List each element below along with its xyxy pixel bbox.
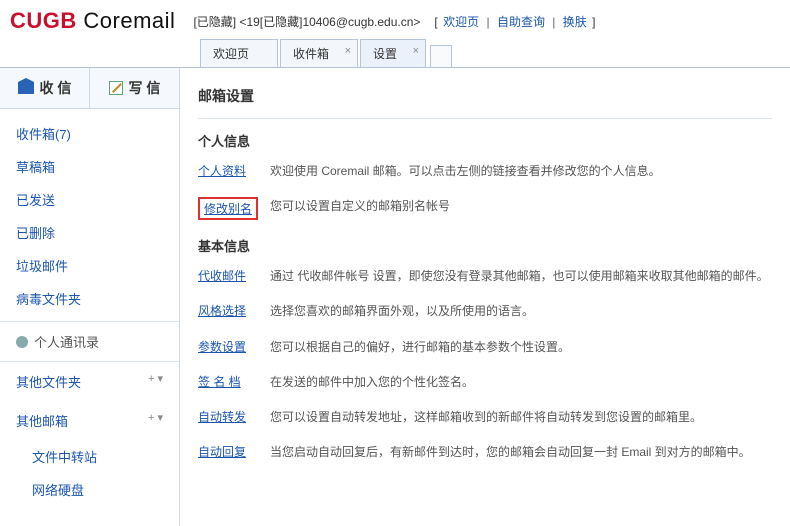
link-profile[interactable]: 个人资料: [198, 164, 246, 178]
receive-button[interactable]: 收 信: [0, 68, 90, 108]
chevron-icon: + ▾: [148, 411, 163, 430]
folder-spam[interactable]: 垃圾邮件: [0, 249, 179, 282]
row-forward: 自动转发 您可以设置自动转发地址，这样邮箱收到的新邮件将自动转发到您设置的邮箱里…: [198, 408, 772, 427]
group-other-mail[interactable]: 其他邮箱 + ▾: [0, 401, 179, 440]
link-autoreply[interactable]: 自动回复: [198, 445, 246, 459]
sidebar: 收 信 写 信 收件箱(7) 草稿箱 已发送 已删除 垃圾邮件 病毒文件夹 个人…: [0, 68, 180, 526]
desc-profile: 欢迎使用 Coremail 邮箱。可以点击左侧的链接查看并修改您的个人信息。: [270, 162, 661, 181]
group-other-folders[interactable]: 其他文件夹 + ▾: [0, 362, 179, 401]
link-self-query[interactable]: 自助查询: [497, 15, 545, 29]
folder-inbox[interactable]: 收件箱(7): [0, 117, 179, 150]
contacts-label: 个人通讯录: [34, 332, 99, 351]
header-links: [ 欢迎页 | 自助查询 | 换肤 ]: [434, 13, 595, 30]
tab-label: 收件箱: [293, 47, 329, 61]
compose-button[interactable]: 写 信: [90, 68, 179, 108]
row-signature: 签 名 档 在发送的邮件中加入您的个性化签名。: [198, 373, 772, 392]
inbox-icon: [18, 82, 34, 94]
desc-style: 选择您喜欢的邮箱界面外观，以及所使用的语言。: [270, 302, 534, 321]
close-icon[interactable]: ×: [413, 45, 419, 57]
desc-params: 您可以根据自己的偏好，进行邮箱的基本参数个性设置。: [270, 338, 570, 357]
close-icon[interactable]: ×: [345, 45, 351, 57]
content-area: 邮箱设置 个人信息 个人资料 欢迎使用 Coremail 邮箱。可以点击左侧的链…: [180, 68, 790, 526]
folder-trash[interactable]: 已删除: [0, 216, 179, 249]
folder-netdisk[interactable]: 网络硬盘: [0, 473, 179, 506]
row-profile: 个人资料 欢迎使用 Coremail 邮箱。可以点击左侧的链接查看并修改您的个人…: [198, 162, 772, 181]
tab-label: 设置: [373, 47, 397, 61]
link-pop[interactable]: 代收邮件: [198, 269, 246, 283]
compose-icon: [109, 81, 123, 95]
link-alias[interactable]: 修改别名: [204, 202, 252, 216]
button-label: 写 信: [129, 78, 161, 98]
desc-alias: 您可以设置自定义的邮箱别名帐号: [270, 197, 450, 216]
contacts-link[interactable]: 个人通讯录: [0, 322, 179, 362]
section-personal-title: 个人信息: [198, 131, 772, 150]
desc-autoreply: 当您启动自动回复后，有新邮件到达时，您的邮箱会自动回复一封 Email 到对方的…: [270, 443, 751, 462]
header: CUGB Coremail [已隐藏] <19[已隐藏]10406@cugb.e…: [0, 0, 790, 40]
desc-forward: 您可以设置自动转发地址，这样邮箱收到的新邮件将自动转发到您设置的邮箱里。: [270, 408, 702, 427]
sidebar-toolbar: 收 信 写 信: [0, 68, 179, 109]
row-pop: 代收邮件 通过 代收邮件帐号 设置，即使您没有登录其他邮箱，也可以使用邮箱来收取…: [198, 267, 772, 286]
folder-drafts[interactable]: 草稿箱: [0, 150, 179, 183]
tab-welcome[interactable]: 欢迎页: [200, 39, 278, 67]
logo-cugb: CUGB: [10, 8, 77, 33]
group-label: 其他邮箱: [16, 411, 68, 430]
section-basic-title: 基本信息: [198, 236, 772, 255]
folder-transfer[interactable]: 文件中转站: [0, 440, 179, 473]
folder-virus[interactable]: 病毒文件夹: [0, 282, 179, 315]
row-params: 参数设置 您可以根据自己的偏好，进行邮箱的基本参数个性设置。: [198, 338, 772, 357]
desc-pop: 通过 代收邮件帐号 设置，即使您没有登录其他邮箱，也可以使用邮箱来收取其他邮箱的…: [270, 267, 769, 286]
tab-bar: 欢迎页 收件箱 × 设置 ×: [0, 40, 790, 68]
tab-settings[interactable]: 设置 ×: [360, 39, 426, 67]
user-info: [已隐藏] <19[已隐藏]10406@cugb.edu.cn>: [193, 13, 420, 30]
group-label: 其他文件夹: [16, 372, 81, 391]
highlight-box: 修改别名: [198, 197, 258, 220]
logo: CUGB Coremail: [10, 8, 175, 34]
link-signature[interactable]: 签 名 档: [198, 375, 241, 389]
link-params[interactable]: 参数设置: [198, 340, 246, 354]
page-title: 邮箱设置: [198, 80, 772, 119]
desc-signature: 在发送的邮件中加入您的个性化签名。: [270, 373, 474, 392]
row-style: 风格选择 选择您喜欢的邮箱界面外观，以及所使用的语言。: [198, 302, 772, 321]
logo-coremail: Coremail: [83, 8, 175, 33]
link-style[interactable]: 风格选择: [198, 304, 246, 318]
chevron-icon: + ▾: [148, 372, 163, 391]
tab-inbox[interactable]: 收件箱 ×: [280, 39, 358, 67]
row-alias: 修改别名 您可以设置自定义的邮箱别名帐号: [198, 197, 772, 220]
button-label: 收 信: [40, 78, 72, 98]
link-welcome[interactable]: 欢迎页: [443, 15, 479, 29]
link-skin[interactable]: 换肤: [563, 15, 587, 29]
folder-sent[interactable]: 已发送: [0, 183, 179, 216]
link-forward[interactable]: 自动转发: [198, 410, 246, 424]
tab-label: 欢迎页: [213, 47, 249, 61]
row-autoreply: 自动回复 当您启动自动回复后，有新邮件到达时，您的邮箱会自动回复一封 Email…: [198, 443, 772, 462]
folder-list: 收件箱(7) 草稿箱 已发送 已删除 垃圾邮件 病毒文件夹: [0, 109, 179, 322]
tab-add-button[interactable]: [430, 45, 452, 67]
person-icon: [16, 336, 28, 348]
